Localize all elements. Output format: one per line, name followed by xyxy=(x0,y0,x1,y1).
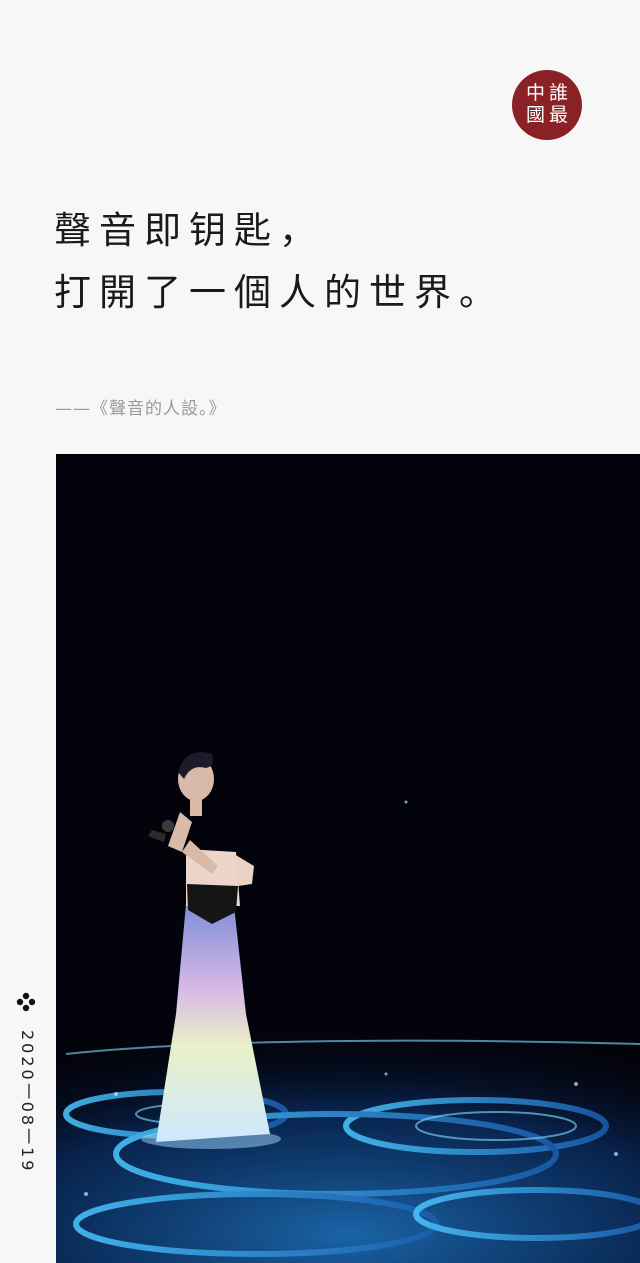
concert-photo-art xyxy=(56,454,640,1263)
quote-line-1: 聲音即钥匙， xyxy=(54,209,324,252)
logo-char: 國 xyxy=(525,103,545,126)
quote: 聲音即钥匙， 打開了一個人的世界。 xyxy=(54,200,504,324)
concert-photo xyxy=(56,454,640,1263)
date-column xyxy=(10,992,42,1012)
logo-char: 中 xyxy=(525,82,545,105)
logo-seal: 中 誰 國 最 xyxy=(512,70,582,140)
logo-char: 最 xyxy=(548,103,568,126)
logo-char: 誰 xyxy=(548,82,568,105)
quote-source: ——《聲音的人設。》 xyxy=(55,399,227,419)
clover-icon xyxy=(16,992,36,1012)
date-label: 2020丨08丨19 xyxy=(18,1030,37,1174)
quote-line-2: 打開了一個人的世界。 xyxy=(54,271,504,314)
